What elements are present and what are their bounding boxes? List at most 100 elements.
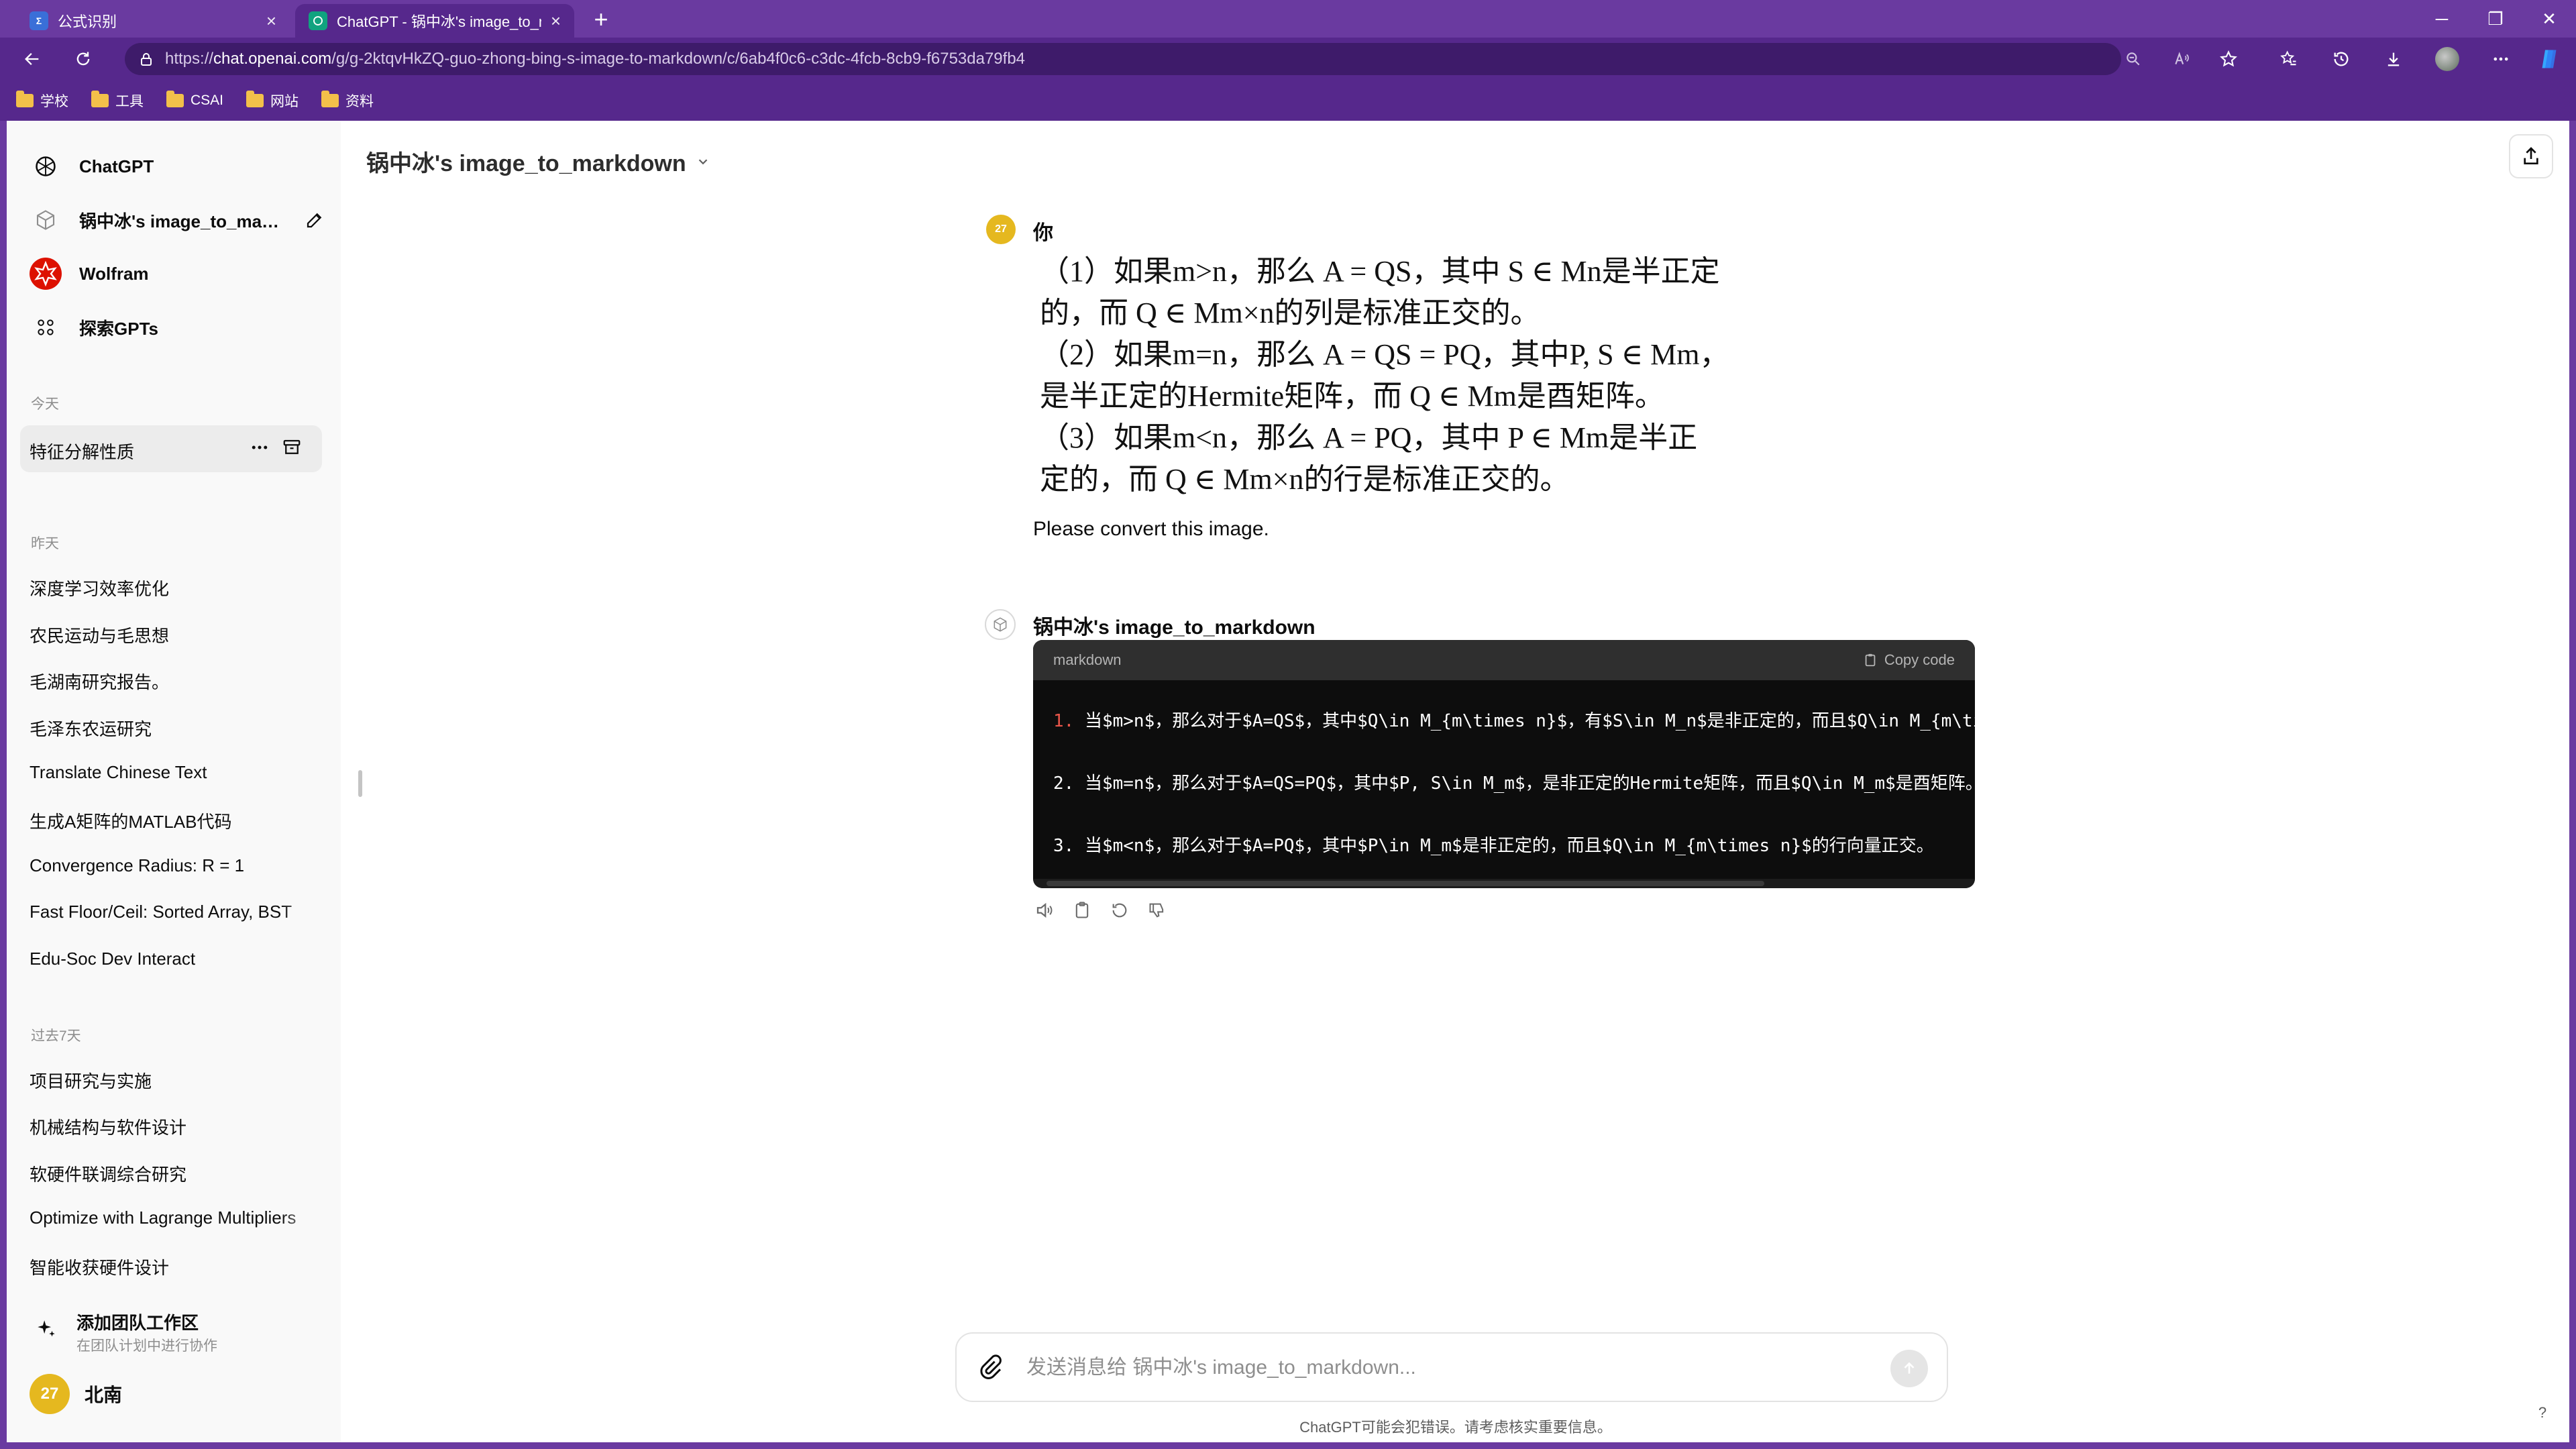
chat-item[interactable]: Convergence Radius: R = 1 bbox=[30, 855, 325, 876]
close-tab-icon[interactable]: × bbox=[551, 11, 561, 32]
bookmark-folder-tools[interactable]: 工具 bbox=[91, 91, 144, 111]
attach-button[interactable] bbox=[977, 1354, 1004, 1381]
chat-item[interactable]: Fast Floor/Ceil: Sorted Array, BST bbox=[30, 902, 325, 922]
chat-item[interactable]: 毛湖南研究报告。 bbox=[30, 669, 325, 694]
favorite-button[interactable] bbox=[2215, 46, 2242, 72]
bookmark-label: 网站 bbox=[270, 94, 299, 109]
chat-item[interactable]: Translate Chinese Text bbox=[30, 762, 325, 783]
chat-item[interactable]: 机械结构与软件设计 bbox=[30, 1114, 325, 1139]
user-avatar: 27 bbox=[30, 1374, 70, 1414]
sparkle-icon bbox=[35, 1318, 58, 1340]
formula-line: （1）如果m>n，那么 A = QS，其中 S ∈ Mn是半正定 bbox=[1040, 255, 1720, 288]
folder-icon bbox=[91, 91, 109, 107]
browser-tab-formula[interactable]: Σ 公式识别 × bbox=[16, 4, 290, 38]
chat-item[interactable]: Optimize with Lagrange Multipliers bbox=[30, 1208, 325, 1228]
bookmark-folder-school[interactable]: 学校 bbox=[16, 91, 68, 111]
message-composer bbox=[955, 1332, 1948, 1402]
address-bar[interactable]: https://chat.openai.com/g/g-2ktqvHkZQ-gu… bbox=[125, 43, 2121, 75]
copilot-button[interactable] bbox=[2536, 46, 2563, 72]
restore-window-button[interactable]: ❐ bbox=[2469, 0, 2522, 38]
sidebar-item-chatgpt[interactable]: ChatGPT bbox=[30, 145, 325, 188]
formula-line: （2）如果m=n，那么 A = QS = PQ，其中P, S ∈ Mm， bbox=[1040, 338, 1729, 371]
settings-menu-button[interactable] bbox=[2487, 46, 2514, 72]
section-title-past-7-days: 过去7天 bbox=[31, 1028, 81, 1044]
more-horizontal-icon bbox=[2493, 57, 2508, 61]
favorites-button[interactable] bbox=[2275, 46, 2302, 72]
history-button[interactable] bbox=[2328, 46, 2355, 72]
sidebar-item-explore-gpts[interactable]: 探索GPTs bbox=[30, 306, 325, 349]
section-title-today: 今天 bbox=[31, 396, 59, 412]
chat-item[interactable]: 农民运动与毛思想 bbox=[30, 623, 325, 647]
profile-button[interactable] bbox=[2434, 46, 2461, 72]
code-text: 当$m=n$，那么对于$A=QS=PQ$，其中$P, S\in M_m$，是非正… bbox=[1084, 773, 1975, 794]
thumbs-down-button[interactable] bbox=[1146, 899, 1169, 922]
bookmark-folder-csai[interactable]: CSAI bbox=[166, 91, 223, 109]
new-tab-button[interactable]: + bbox=[588, 5, 614, 34]
back-button[interactable] bbox=[19, 46, 46, 72]
sidebar-item-wolfram[interactable]: Wolfram bbox=[30, 252, 325, 295]
copy-message-button[interactable] bbox=[1071, 899, 1093, 922]
share-button[interactable] bbox=[2509, 134, 2553, 178]
chatgpt-app: ChatGPT 锅中冰's image_to_ma… Wolfram 探索GPT… bbox=[7, 121, 2569, 1442]
code-line: 2. 当$m=n$，那么对于$A=QS=PQ$，其中$P, S\in M_m$，… bbox=[1053, 769, 1975, 794]
minimize-window-button[interactable]: ─ bbox=[2415, 0, 2469, 38]
sidebar-item-label: ChatGPT bbox=[79, 156, 154, 176]
copy-code-label: Copy code bbox=[1884, 651, 1955, 668]
copilot-icon bbox=[2542, 50, 2557, 68]
team-subtitle: 在团队计划中进行协作 bbox=[76, 1338, 217, 1354]
list-number: 3. bbox=[1053, 836, 1075, 856]
sidebar-collapse-handle[interactable] bbox=[358, 770, 362, 797]
close-window-button[interactable]: ✕ bbox=[2522, 0, 2576, 38]
code-horizontal-scrollbar[interactable] bbox=[1033, 879, 1975, 888]
copy-code-button[interactable]: Copy code bbox=[1863, 651, 1955, 669]
clipboard-icon bbox=[1075, 902, 1089, 918]
scrollbar-thumb[interactable] bbox=[1046, 881, 1764, 886]
uploaded-formula-image[interactable]: （1）如果m>n，那么 A = QS，其中 S ∈ Mn是半正定 的，而 Q ∈… bbox=[1040, 251, 1729, 500]
list-number: 1. bbox=[1053, 711, 1075, 731]
chat-item[interactable]: 深度学习效率优化 bbox=[30, 576, 325, 600]
read-aloud-button[interactable] bbox=[2168, 46, 2195, 72]
message-input[interactable] bbox=[1026, 1352, 1858, 1383]
refresh-icon bbox=[76, 52, 90, 66]
archive-icon bbox=[283, 439, 301, 454]
chat-item[interactable]: 智能收获硬件设计 bbox=[30, 1254, 325, 1279]
sidebar-item-label: Wolfram bbox=[79, 263, 149, 284]
bookmark-folder-materials[interactable]: 资料 bbox=[321, 91, 374, 111]
chevron-down-icon bbox=[698, 158, 707, 164]
bookmark-folder-websites[interactable]: 网站 bbox=[246, 91, 299, 111]
browser-tab-chatgpt[interactable]: ChatGPT - 锅中冰's image_to_ma × bbox=[295, 4, 574, 38]
share-icon bbox=[2524, 147, 2538, 164]
gpt-model-selector[interactable]: 锅中冰's image_to_markdown bbox=[366, 145, 710, 178]
send-button[interactable] bbox=[1890, 1350, 1928, 1387]
downloads-button[interactable] bbox=[2380, 46, 2407, 72]
help-button[interactable]: ? bbox=[2529, 1399, 2556, 1426]
gpt-cube-icon bbox=[994, 617, 1007, 632]
archive-chat-button[interactable] bbox=[282, 437, 302, 458]
chat-item[interactable]: 软硬件联调综合研究 bbox=[30, 1161, 325, 1186]
zoom-button[interactable] bbox=[2120, 46, 2147, 72]
user-menu-button[interactable]: 27 北南 bbox=[30, 1373, 325, 1415]
bookmark-label: 工具 bbox=[115, 94, 144, 109]
new-chat-edit-icon[interactable] bbox=[305, 210, 325, 230]
bookmarks-bar: 学校 工具 CSAI 网站 资料 bbox=[0, 80, 2576, 121]
code-block: markdown Copy code 1. 当$m>n$，那么对于$A=QS$，… bbox=[1033, 640, 1975, 888]
chat-options-button[interactable] bbox=[250, 437, 270, 458]
bookmark-label: 资料 bbox=[345, 94, 374, 109]
formula-line: 是半正定的Hermite矩阵，而 Q ∈ Mm是酉矩阵。 bbox=[1040, 380, 1664, 413]
chat-item-label: 特征分解性质 bbox=[30, 442, 135, 462]
sidebar-item-image-to-markdown[interactable]: 锅中冰's image_to_ma… bbox=[30, 199, 325, 241]
folder-icon bbox=[16, 91, 34, 107]
refresh-button[interactable] bbox=[70, 46, 97, 72]
lock-icon[interactable] bbox=[138, 51, 154, 67]
chat-item[interactable]: 生成A矩阵的MATLAB代码 bbox=[30, 808, 325, 833]
regenerate-button[interactable] bbox=[1108, 899, 1131, 922]
thumbs-down-icon bbox=[1149, 903, 1164, 918]
code-text: 当$m<n$，那么对于$A=PQ$，其中$P\in M_m$是非正定的，而且$Q… bbox=[1084, 836, 1934, 856]
chat-item[interactable]: Edu-Soc Dev Interact bbox=[30, 949, 325, 969]
read-aloud-button[interactable] bbox=[1033, 899, 1056, 922]
close-tab-icon[interactable]: × bbox=[266, 11, 276, 32]
chat-item[interactable]: 项目研究与实施 bbox=[30, 1068, 325, 1093]
chat-item[interactable]: 毛泽东农运研究 bbox=[30, 716, 325, 741]
add-team-workspace-button[interactable]: 添加团队工作区 在团队计划中进行协作 bbox=[30, 1305, 325, 1355]
user-message-avatar: 27 bbox=[986, 215, 1016, 244]
